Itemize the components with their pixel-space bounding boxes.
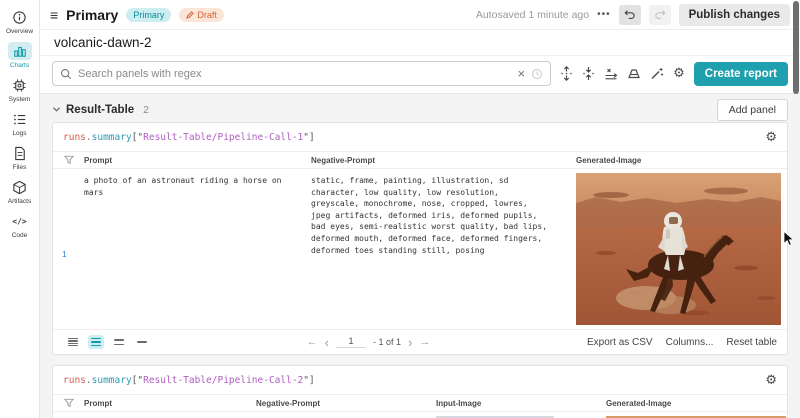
panel-search-toolbar: × ⚙ Create report [40,56,800,94]
sidebar-item-code[interactable]: </> Code [0,212,40,239]
history-clock-icon[interactable] [531,68,543,80]
last-page-icon[interactable]: → [419,337,430,348]
reset-table-link[interactable]: Reset table [726,337,777,348]
panel-search-box[interactable]: × [52,61,551,86]
collapse-panels-icon[interactable] [582,66,595,81]
next-page-icon[interactable]: › [408,336,412,349]
column-header-negative-prompt[interactable]: Negative-Prompt [256,399,436,408]
panel2-table-row: a photo of an astronaut riding a static,… [53,412,787,418]
run-name-bar: volcanic-dawn-2 [40,30,800,56]
run-name: volcanic-dawn-2 [54,35,152,50]
column-header-prompt[interactable]: Prompt [84,399,256,408]
input-image-cell[interactable] [436,412,606,418]
topbar-right: Autosaved 1 minute ago ••• Publish chang… [476,4,790,26]
artifacts-cube-icon [8,178,32,196]
autosave-status: Autosaved 1 minute ago [476,9,589,21]
bar-chart-icon [8,42,32,60]
panel2-gear-icon[interactable]: ⚙ [765,374,777,387]
section-title[interactable]: Result-Table [66,104,134,116]
filter-funnel-icon[interactable] [53,398,84,408]
pagination: ← ‹ - 1 of 1 › → [150,336,587,349]
row-height-dense-icon[interactable] [65,335,81,350]
primary-badge: Primary [126,8,171,22]
hamburger-menu-icon[interactable]: ≡ [50,8,58,22]
sidebar-item-overview[interactable]: Overview [0,8,40,35]
main-area: ≡ Primary Primary Draft Autosaved 1 minu… [40,0,800,418]
column-header-generated-image[interactable]: Generated-Image [606,399,787,408]
undo-icon [624,9,636,20]
panel1-table-row: 1 a photo of an astronaut riding a horse… [53,169,787,329]
outliers-icon[interactable] [604,67,618,80]
clear-search-icon[interactable]: × [518,67,526,80]
chip-icon [8,76,32,94]
panel1-table-header: Prompt Negative-Prompt Generated-Image [53,151,787,169]
sidebar-item-artifacts[interactable]: Artifacts [0,178,40,205]
code-icon: </> [8,212,32,230]
result-table-panel-2: runs.summary["Result-Table/Pipeline-Call… [52,365,788,418]
search-icon [60,68,72,80]
prev-page-icon[interactable]: ‹ [325,336,329,349]
top-header: ≡ Primary Primary Draft Autosaved 1 minu… [40,0,800,30]
page-number-input[interactable] [336,336,366,348]
prompt-cell: a photo of an astronaut riding a horse o… [84,169,311,198]
sidebar-item-logs[interactable]: Logs [0,110,40,137]
result-table-panel-1: runs.summary["Result-Table/Pipeline-Call… [52,122,788,355]
generated-image-cell[interactable] [606,412,787,418]
publish-changes-button[interactable]: Publish changes [679,4,790,26]
scrollbar-thumb[interactable] [793,1,799,94]
workspace-title: Primary [66,7,118,23]
table-actions: Export as CSV Columns... Reset table [587,337,777,348]
columns-link[interactable]: Columns... [666,337,714,348]
section-panel-count: 2 [143,104,149,116]
row-height-single-icon[interactable] [134,338,150,345]
generated-image-astronaut-horse [576,173,781,325]
row-index[interactable]: 1 [53,169,84,259]
expand-panels-icon[interactable] [560,66,573,81]
generated-image-cell[interactable] [576,169,787,329]
filter-funnel-icon[interactable] [53,155,84,165]
page-count-label: - 1 of 1 [373,337,401,347]
redo-icon [654,9,666,20]
export-csv-link[interactable]: Export as CSV [587,337,653,348]
column-header-input-image[interactable]: Input-Image [436,399,606,408]
negative-prompt-cell: static, frame, painting, illustration, s… [311,169,576,256]
row-height-toggle-group [65,335,150,350]
chevron-down-icon[interactable] [52,105,61,114]
row-height-tall-icon[interactable] [111,336,127,348]
panel2-table-header: Prompt Negative-Prompt Input-Image Gener… [53,394,787,412]
negative-prompt-cell: static, frame, painting, [256,412,436,418]
create-report-button[interactable]: Create report [694,62,788,86]
first-page-icon[interactable]: ← [307,337,318,348]
list-icon [8,110,32,128]
panel1-table-footer: ← ‹ - 1 of 1 › → Export as CSV Columns..… [53,329,787,354]
sidebar-item-files[interactable]: Files [0,144,40,171]
add-panel-button[interactable]: Add panel [717,99,788,121]
panel1-gear-icon[interactable]: ⚙ [765,131,777,144]
pencil-icon [186,11,194,19]
column-header-negative-prompt[interactable]: Negative-Prompt [311,156,576,165]
panel2-query: runs.summary["Result-Table/Pipeline-Call… [63,375,315,386]
draft-badge: Draft [179,8,224,22]
row-height-medium-icon[interactable] [88,335,104,349]
workspace-settings-gear-icon[interactable]: ⚙ [673,67,685,80]
sidebar-item-system[interactable]: System [0,76,40,103]
undo-button[interactable] [619,5,641,25]
info-circle-icon [8,8,32,26]
column-header-prompt[interactable]: Prompt [84,156,311,165]
column-header-generated-image[interactable]: Generated-Image [576,156,787,165]
sidebar-item-charts[interactable]: Charts [0,42,40,69]
document-icon [8,144,32,162]
redo-button[interactable] [649,5,671,25]
left-sidebar: Overview Charts System Logs Files Artifa… [0,0,40,418]
panel1-query: runs.summary["Result-Table/Pipeline-Call… [63,132,315,143]
overflow-menu-icon[interactable]: ••• [597,9,611,20]
panel-settings-icon[interactable] [627,67,641,80]
search-input[interactable] [78,68,512,80]
magic-wand-icon[interactable] [650,67,664,80]
panel1-title-row: runs.summary["Result-Table/Pipeline-Call… [53,123,787,151]
section-header: Result-Table 2 Add panel [52,99,788,120]
prompt-cell: a photo of an astronaut riding a [84,412,256,418]
workspace-content: Result-Table 2 Add panel runs.summary["R… [40,94,800,418]
panel2-title-row: runs.summary["Result-Table/Pipeline-Call… [53,366,787,394]
